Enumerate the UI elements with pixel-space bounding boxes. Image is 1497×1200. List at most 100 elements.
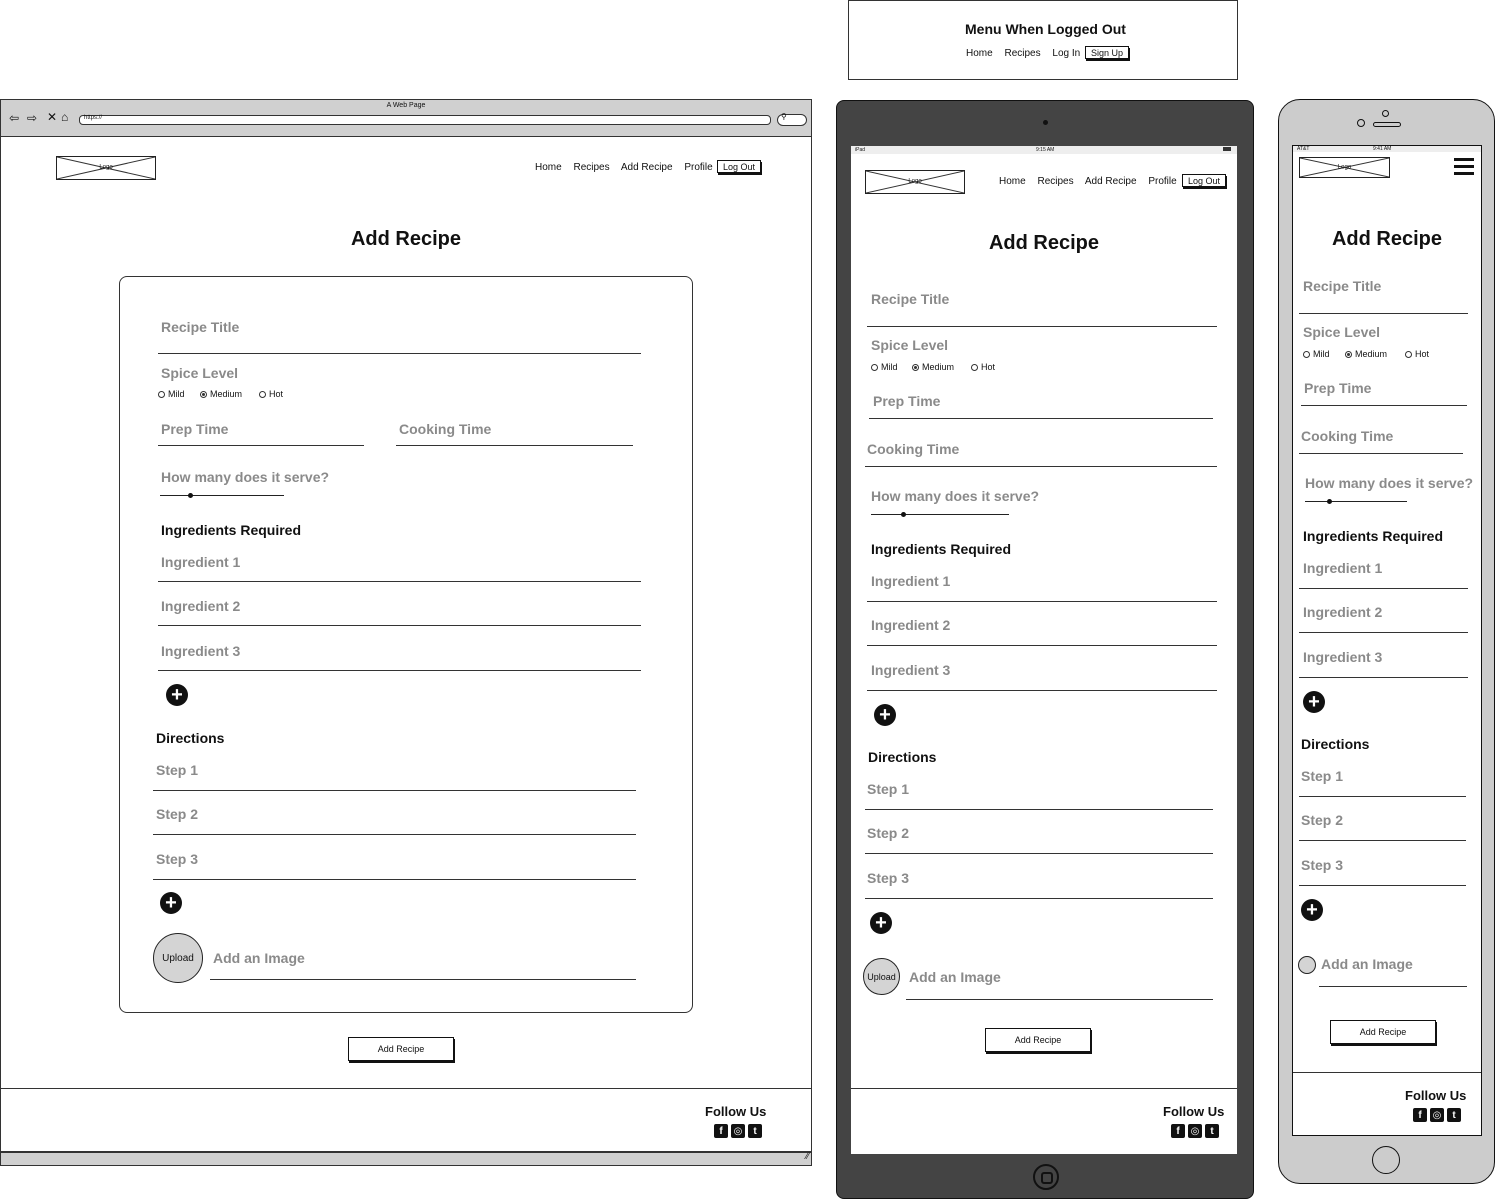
search-box[interactable]: ⚲ <box>777 112 807 126</box>
phone-ingredient-1-input[interactable]: Ingredient 1 <box>1303 560 1382 576</box>
slider-handle[interactable] <box>901 512 906 517</box>
nav-login[interactable]: Log In <box>1052 48 1080 59</box>
facebook-icon[interactable]: f <box>1413 1108 1427 1122</box>
slider-handle[interactable] <box>188 493 193 498</box>
phone-prep-time-input[interactable]: Prep Time <box>1304 380 1371 396</box>
phone-spice-hot[interactable]: Hot <box>1405 349 1429 359</box>
step-1-input[interactable]: Step 1 <box>156 762 198 778</box>
nav-profile[interactable]: Profile <box>1148 176 1176 187</box>
step-2-input[interactable]: Step 2 <box>156 806 198 822</box>
twitter-icon[interactable]: t <box>748 1124 762 1138</box>
resize-icon[interactable]: ⁄⁄ <box>806 1151 809 1161</box>
nav-home[interactable]: Home <box>999 176 1026 187</box>
nav-add-recipe[interactable]: Add Recipe <box>621 162 673 173</box>
tablet-ingredient-2-input[interactable]: Ingredient 2 <box>871 617 950 633</box>
nav-home[interactable]: Home <box>535 162 562 173</box>
tablet-step-3-input[interactable]: Step 3 <box>867 870 909 886</box>
forward-icon[interactable]: ⇨ <box>27 111 37 125</box>
desktop-browser: A Web Page ⇦ ⇨ ✕ ⌂ https:// ⚲ Logo Home … <box>0 99 812 1166</box>
logout-button[interactable]: Log Out <box>717 160 761 173</box>
phone-camera <box>1357 119 1365 127</box>
recipe-title-input[interactable]: Recipe Title <box>161 319 239 335</box>
nav-add-recipe[interactable]: Add Recipe <box>1085 176 1137 187</box>
hamburger-menu-icon[interactable] <box>1454 158 1474 176</box>
phone-step-1-input[interactable]: Step 1 <box>1301 768 1343 784</box>
nav-profile[interactable]: Profile <box>684 162 712 173</box>
ingredient-3-input[interactable]: Ingredient 3 <box>161 643 240 659</box>
tablet-home-button[interactable] <box>1033 1164 1059 1190</box>
phone-cooking-time-input[interactable]: Cooking Time <box>1301 428 1393 444</box>
ingredient-2-input[interactable]: Ingredient 2 <box>161 598 240 614</box>
tablet-step-2-input[interactable]: Step 2 <box>867 825 909 841</box>
tablet-prep-time-input[interactable]: Prep Time <box>873 393 940 409</box>
spice-mild[interactable]: Mild <box>158 389 185 399</box>
cooking-time-input[interactable]: Cooking Time <box>399 421 491 437</box>
logo[interactable]: Logo <box>56 156 156 180</box>
phone-spice-mild[interactable]: Mild <box>1303 349 1330 359</box>
add-step-icon[interactable]: + <box>160 892 182 914</box>
tablet-ingredient-1-input[interactable]: Ingredient 1 <box>871 573 950 589</box>
instagram-icon[interactable]: ◎ <box>1430 1108 1444 1122</box>
tablet-logout-button[interactable]: Log Out <box>1182 174 1226 187</box>
phone-add-step-icon[interactable]: + <box>1301 899 1323 921</box>
phone-add-recipe-button[interactable]: Add Recipe <box>1330 1020 1436 1044</box>
twitter-icon[interactable]: t <box>1205 1124 1219 1138</box>
phone-logo[interactable]: Logo <box>1299 157 1390 178</box>
tablet-spice-mild[interactable]: Mild <box>871 362 898 372</box>
tablet-ingredient-3-input[interactable]: Ingredient 3 <box>871 662 950 678</box>
phone-upload-button[interactable] <box>1298 956 1316 974</box>
phone-serves-slider[interactable] <box>1305 499 1407 504</box>
serves-slider[interactable] <box>160 493 284 498</box>
tablet-serves-slider[interactable] <box>871 512 1009 517</box>
tablet-spice-hot[interactable]: Hot <box>971 362 995 372</box>
instagram-icon[interactable]: ◎ <box>1188 1124 1202 1138</box>
phone-home-button[interactable] <box>1372 1146 1400 1174</box>
tablet-upload-button[interactable]: Upload <box>863 958 900 995</box>
twitter-icon[interactable]: t <box>1447 1108 1461 1122</box>
upload-button[interactable]: Upload <box>153 933 203 983</box>
phone-ingredient-2-input[interactable]: Ingredient 2 <box>1303 604 1382 620</box>
phone-screen: AT&T 9:41 AM Logo Add Recipe Recipe Titl… <box>1292 145 1482 1136</box>
nav-home[interactable]: Home <box>966 48 993 59</box>
tablet-add-recipe-button[interactable]: Add Recipe <box>985 1028 1091 1052</box>
back-icon[interactable]: ⇦ <box>9 111 19 125</box>
prep-time-input[interactable]: Prep Time <box>161 421 228 437</box>
home-icon[interactable]: ⌂ <box>61 110 68 124</box>
nav-recipes[interactable]: Recipes <box>1037 176 1073 187</box>
nav-recipes[interactable]: Recipes <box>573 162 609 173</box>
phone-recipe-title-input[interactable]: Recipe Title <box>1303 278 1381 294</box>
add-image-input[interactable]: Add an Image <box>213 950 305 966</box>
tablet-step-1-input[interactable]: Step 1 <box>867 781 909 797</box>
tablet-social-links: f ◎ t <box>1171 1124 1219 1138</box>
slider-handle[interactable] <box>1327 499 1332 504</box>
phone-step-1-underline <box>1299 796 1466 797</box>
facebook-icon[interactable]: f <box>1171 1124 1185 1138</box>
ingredient-1-input[interactable]: Ingredient 1 <box>161 554 240 570</box>
phone-spice-medium[interactable]: Medium <box>1345 349 1387 359</box>
step-3-input[interactable]: Step 3 <box>156 851 198 867</box>
tablet-add-image-input[interactable]: Add an Image <box>909 969 1001 985</box>
nav-recipes[interactable]: Recipes <box>1004 48 1040 59</box>
footer: Follow Us f ◎ t <box>1 1088 811 1152</box>
phone-add-image-input[interactable]: Add an Image <box>1321 956 1413 972</box>
url-bar[interactable]: https:// <box>79 115 771 125</box>
close-icon[interactable]: ✕ <box>47 110 57 124</box>
facebook-icon[interactable]: f <box>714 1124 728 1138</box>
tablet-add-ingredient-icon[interactable]: + <box>874 704 896 726</box>
add-ingredient-icon[interactable]: + <box>166 684 188 706</box>
tablet-logo[interactable]: Logo <box>865 170 965 194</box>
tablet-recipe-title-input[interactable]: Recipe Title <box>871 291 949 307</box>
phone-step-3-input[interactable]: Step 3 <box>1301 857 1343 873</box>
tablet-cooking-time-input[interactable]: Cooking Time <box>867 441 959 457</box>
tablet-add-step-icon[interactable]: + <box>870 912 892 934</box>
instagram-icon[interactable]: ◎ <box>731 1124 745 1138</box>
phone-ingredient-3-input[interactable]: Ingredient 3 <box>1303 649 1382 665</box>
spice-hot[interactable]: Hot <box>259 389 283 399</box>
add-recipe-button[interactable]: Add Recipe <box>348 1037 454 1061</box>
tablet-spice-medium[interactable]: Medium <box>912 362 954 372</box>
phone-step-2-input[interactable]: Step 2 <box>1301 812 1343 828</box>
signup-button[interactable]: Sign Up <box>1085 46 1129 59</box>
tablet-cooking-time-underline <box>865 466 1217 467</box>
phone-add-ingredient-icon[interactable]: + <box>1303 691 1325 713</box>
spice-medium[interactable]: Medium <box>200 389 242 399</box>
